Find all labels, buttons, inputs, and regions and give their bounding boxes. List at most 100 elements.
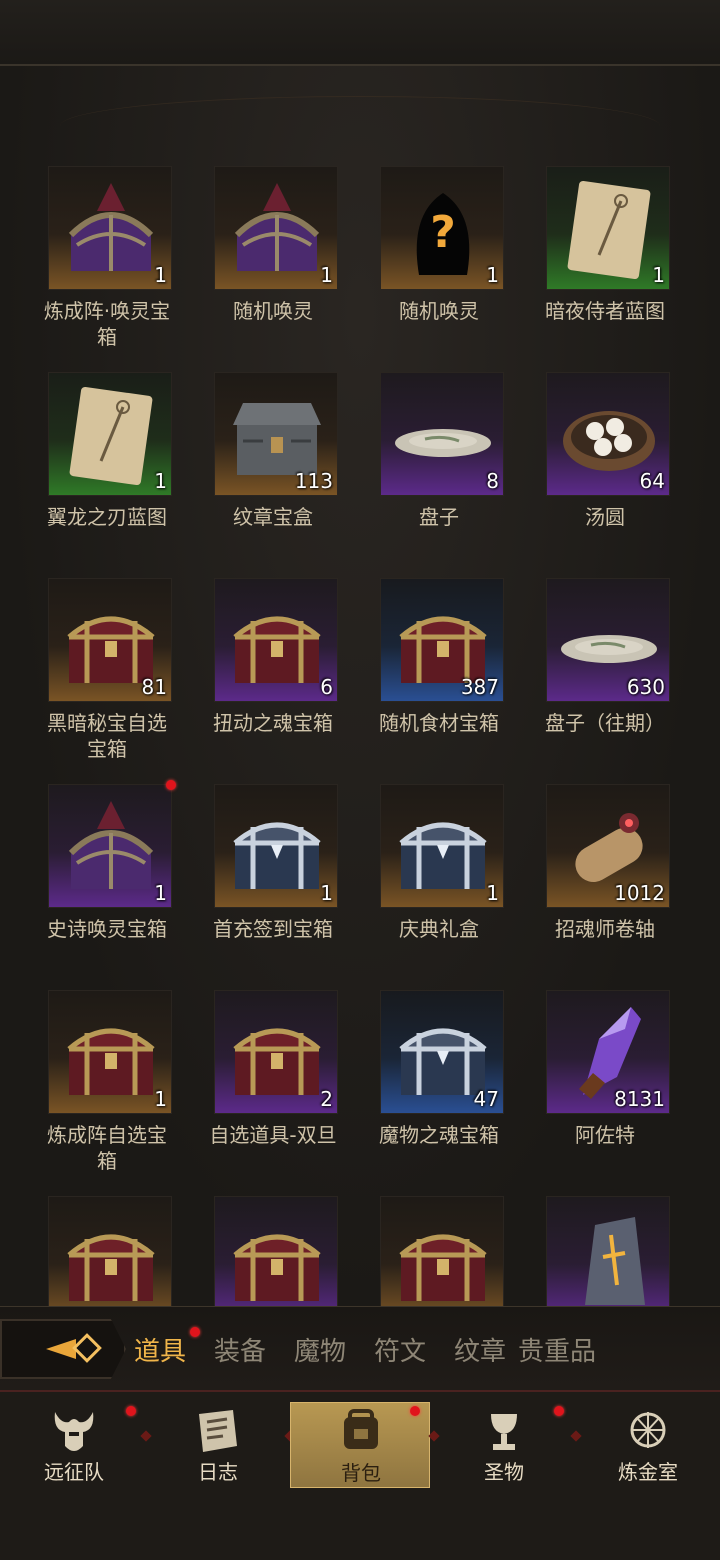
- item-tile[interactable]: 8131: [546, 990, 670, 1114]
- item-count: 1: [652, 263, 665, 287]
- item-tile[interactable]: 1: [48, 166, 172, 290]
- inventory-item[interactable]: 1 史诗唤灵宝箱: [0, 780, 176, 984]
- item-tile[interactable]: 1: [48, 990, 172, 1114]
- item-name: 汤圆: [585, 505, 625, 529]
- item-tile[interactable]: 1: [380, 784, 504, 908]
- tab-equipment[interactable]: 装备: [214, 1331, 266, 1368]
- item-tile[interactable]: 1: [48, 372, 172, 496]
- item-count: 630: [626, 675, 665, 699]
- inventory-item[interactable]: 1012 招魂师卷轴: [498, 784, 670, 984]
- item-tile[interactable]: 113: [214, 372, 338, 496]
- tab-valuables[interactable]: 贵重品: [518, 1331, 596, 1368]
- inventory-item[interactable]: 8131 阿佐特: [498, 990, 670, 1190]
- item-tile[interactable]: [380, 1196, 504, 1306]
- rune-stone-icon: [585, 1217, 645, 1305]
- red-gold-chest-icon: [233, 1234, 321, 1301]
- purple-spiked-chest-icon: [68, 801, 154, 889]
- mystery-silhouette-icon: ?: [416, 193, 470, 275]
- inventory-item[interactable]: 1 首充签到宝箱: [166, 784, 338, 984]
- item-tile[interactable]: 1: [546, 166, 670, 290]
- inventory-item[interactable]: 1 暗夜侍者蓝图: [498, 166, 670, 366]
- nav-alchemy-room[interactable]: 炼金室: [578, 1402, 718, 1488]
- inventory-item[interactable]: 6 扭动之魂宝箱: [166, 578, 338, 778]
- item-tile[interactable]: [546, 1196, 670, 1306]
- silver-chest-icon: [233, 822, 321, 889]
- item-count: 47: [473, 1087, 499, 1111]
- inventory-item[interactable]: 64 汤圆: [498, 372, 670, 572]
- nav-journal[interactable]: 日志: [148, 1402, 288, 1488]
- item-name: 招魂师卷轴: [555, 917, 655, 941]
- bottom-navigation: 远征队 日志 背包 圣物 炼金室: [0, 1390, 720, 1560]
- nav-backpack-notification-dot: [410, 1406, 420, 1416]
- inventory-item[interactable]: 1 随机唤灵: [166, 166, 338, 366]
- item-tile[interactable]: 8: [380, 372, 504, 496]
- item-tile[interactable]: 81: [48, 578, 172, 702]
- item-tile[interactable]: 1: [48, 784, 172, 908]
- inventory-item[interactable]: 1 炼成阵·唤灵宝箱: [0, 166, 172, 366]
- item-tile[interactable]: [214, 1196, 338, 1306]
- arrow-diamond-icon: [46, 1333, 102, 1363]
- inventory-item[interactable]: 1 炼成阵自选宝箱: [0, 990, 172, 1190]
- red-gold-chest-icon: [233, 616, 321, 683]
- tab-items[interactable]: 道具: [134, 1331, 186, 1368]
- journal-icon: [199, 1410, 237, 1452]
- inventory-item[interactable]: 8 盘子: [332, 372, 504, 572]
- red-gold-chest-icon: [233, 1028, 321, 1095]
- nav-relics[interactable]: 圣物: [434, 1402, 574, 1488]
- item-name: 阿佐特: [575, 1123, 635, 1147]
- inventory-item[interactable]: 1 庆典礼盒: [332, 784, 504, 984]
- item-tile[interactable]: 387: [380, 578, 504, 702]
- inventory-item[interactable]: 1 翼龙之刃蓝图: [0, 372, 172, 572]
- item-tile[interactable]: 1012: [546, 784, 670, 908]
- item-tile[interactable]: 64: [546, 372, 670, 496]
- inventory-item[interactable]: 113 纹章宝盒: [166, 372, 338, 572]
- item-count: 387: [460, 675, 499, 699]
- plate-icon: [395, 429, 491, 457]
- item-name: 暗夜侍者蓝图: [545, 299, 665, 323]
- item-tile[interactable]: 1: [214, 784, 338, 908]
- top-bar: [0, 0, 720, 66]
- silver-chest-icon: [399, 822, 487, 889]
- alchemy-icon: [630, 1412, 666, 1448]
- collapse-button[interactable]: [0, 1319, 126, 1379]
- nav-expedition[interactable]: 远征队: [4, 1402, 144, 1488]
- purple-spiked-chest-icon: [68, 183, 154, 271]
- blueprint-scroll-icon: [69, 386, 153, 486]
- nav-expedition-notification-dot: [126, 1406, 136, 1416]
- item-count: 81: [141, 675, 167, 699]
- item-name: 盘子（往期）: [545, 711, 665, 735]
- red-gold-chest-icon: [67, 1234, 155, 1301]
- red-gold-chest-icon: [399, 1234, 487, 1301]
- inventory-panel[interactable]: 1 炼成阵·唤灵宝箱 1 随机唤灵? 1 随机唤灵 1 暗夜侍者蓝图 1 翼龙之刃蓝图 113 纹章宝…: [0, 66, 720, 1306]
- tab-crests[interactable]: 纹章: [454, 1331, 506, 1368]
- inventory-item[interactable]: 2 自选道具-双旦: [166, 990, 338, 1190]
- inventory-item[interactable]: 47 魔物之魂宝箱: [332, 990, 504, 1190]
- purple-spiked-chest-icon: [234, 183, 320, 271]
- tab-monsters[interactable]: 魔物: [294, 1331, 346, 1368]
- inventory-item[interactable]: 387 随机食材宝箱: [332, 578, 504, 778]
- item-tile[interactable]: 1: [214, 166, 338, 290]
- svg-text:?: ?: [430, 207, 456, 258]
- inventory-item[interactable]: [332, 1196, 504, 1306]
- item-tile[interactable]: 6: [214, 578, 338, 702]
- blueprint-scroll-icon: [567, 180, 651, 280]
- inventory-item[interactable]: [0, 1196, 172, 1306]
- inventory-item[interactable]: ? 1 随机唤灵: [332, 166, 504, 366]
- horned-helmet-icon: [54, 1412, 94, 1451]
- tab-runes[interactable]: 符文: [374, 1331, 426, 1368]
- item-count: 1012: [614, 881, 665, 905]
- inventory-item[interactable]: 630 盘子（往期）: [498, 578, 670, 778]
- category-tabs: 道具 装备 魔物 符文 纹章 贵重品: [0, 1306, 720, 1390]
- nav-backpack[interactable]: 背包: [290, 1402, 430, 1488]
- item-tile[interactable]: 2: [214, 990, 338, 1114]
- item-tile[interactable]: ? 1: [380, 166, 504, 290]
- backpack-icon: [344, 1409, 378, 1449]
- item-tile[interactable]: 630: [546, 578, 670, 702]
- item-tile[interactable]: [48, 1196, 172, 1306]
- inventory-item[interactable]: [166, 1196, 338, 1306]
- header-ornament: [60, 96, 660, 156]
- item-count: 8131: [614, 1087, 665, 1111]
- inventory-item[interactable]: 81 黑暗秘宝自选宝箱: [0, 578, 172, 778]
- item-tile[interactable]: 47: [380, 990, 504, 1114]
- inventory-item[interactable]: [498, 1196, 670, 1306]
